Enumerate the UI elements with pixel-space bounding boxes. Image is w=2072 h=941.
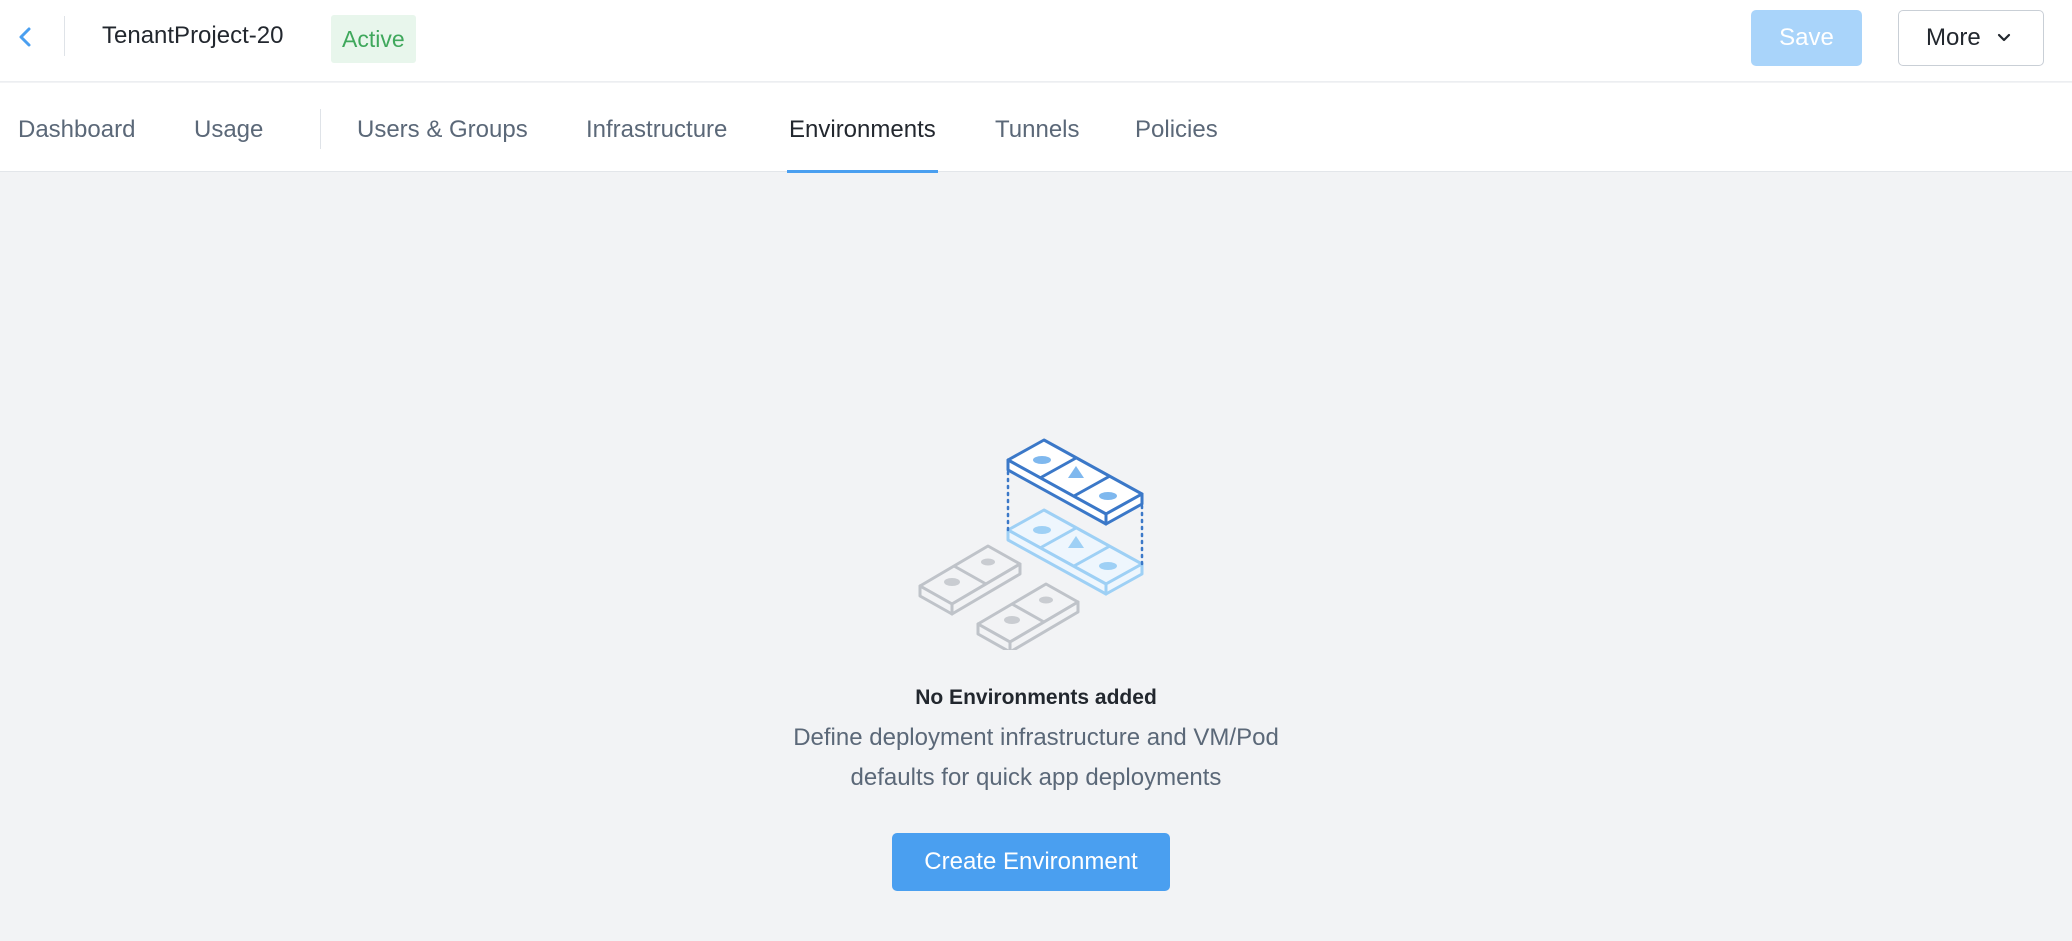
back-button[interactable] xyxy=(10,22,40,52)
create-environment-button[interactable]: Create Environment xyxy=(892,833,1170,891)
empty-state-description-line-1: Define deployment infrastructure and VM/… xyxy=(793,724,1279,751)
top-header: TenantProject-20 Active Save More xyxy=(0,0,2072,82)
chevron-down-icon xyxy=(1997,33,2011,43)
more-label: More xyxy=(1926,24,1981,51)
tab-dashboard[interactable]: Dashboard xyxy=(18,83,135,172)
tab-users-groups[interactable]: Users & Groups xyxy=(357,83,528,172)
tab-bar: Dashboard Usage Users & Groups Infrastru… xyxy=(0,83,2072,173)
tab-policies[interactable]: Policies xyxy=(1135,83,1218,172)
empty-state-description-line-2: defaults for quick app deployments xyxy=(850,764,1222,791)
empty-state-title: No Environments added xyxy=(915,686,1157,709)
project-title: TenantProject-20 xyxy=(102,22,284,49)
more-dropdown-button[interactable]: More xyxy=(1898,10,2044,66)
chevron-left-icon xyxy=(19,27,31,47)
environments-illustration xyxy=(918,438,1144,650)
header-divider xyxy=(64,16,65,56)
save-button[interactable]: Save xyxy=(1751,10,1862,66)
tab-divider xyxy=(320,109,321,149)
tab-tunnels[interactable]: Tunnels xyxy=(995,83,1080,172)
tab-usage[interactable]: Usage xyxy=(194,83,263,172)
tab-environments[interactable]: Environments xyxy=(787,83,938,173)
tab-infrastructure[interactable]: Infrastructure xyxy=(586,83,727,172)
status-badge: Active xyxy=(331,15,416,63)
empty-state-description: Define deployment infrastructure and VM/… xyxy=(0,718,2072,798)
